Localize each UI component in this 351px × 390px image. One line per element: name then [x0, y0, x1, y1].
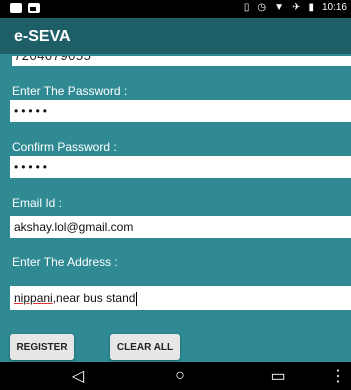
- email-field[interactable]: [10, 216, 351, 238]
- app-title: e-SEVA: [14, 28, 71, 45]
- image-icon: [28, 3, 40, 13]
- address-text-part1: nippani: [14, 291, 53, 305]
- app-bar: e-SEVA: [0, 18, 351, 54]
- password-input[interactable]: [10, 100, 351, 122]
- overflow-icon[interactable]: ⋮: [328, 366, 348, 386]
- navigation-bar: ◁ ○ ▭ ⋮: [0, 362, 351, 390]
- phone-field-partial-value: 7204079055: [14, 56, 91, 63]
- wifi-icon: ▼: [274, 2, 285, 13]
- notification-icon: [10, 3, 22, 13]
- status-left: [10, 3, 40, 13]
- recents-icon[interactable]: ▭: [268, 366, 288, 386]
- status-right: ▯ ◷ ▼ ✈ ▮ 10:16: [244, 2, 347, 13]
- battery-icon: ▮: [308, 2, 314, 13]
- confirm-password-input[interactable]: [10, 156, 351, 178]
- app-frame: ▯ ◷ ▼ ✈ ▮ 10:16 e-SEVA 7204079055 Enter …: [0, 0, 351, 390]
- email-input[interactable]: [10, 216, 351, 238]
- address-text-part2: ,near bus stand: [52, 291, 136, 305]
- text-cursor: [136, 291, 138, 306]
- alarm-icon: ◷: [257, 2, 267, 13]
- confirm-password-field[interactable]: [10, 156, 351, 178]
- airplane-icon: ✈: [292, 2, 301, 13]
- address-field[interactable]: nippani,near bus stand: [10, 286, 351, 310]
- button-row: REGISTER CLEAR ALL: [0, 334, 351, 362]
- form-area: 7204079055 Enter The Password : Confirm …: [0, 54, 351, 362]
- address-label: Enter The Address :: [12, 255, 118, 269]
- password-field[interactable]: [10, 100, 351, 122]
- password-label: Enter The Password :: [12, 84, 128, 98]
- clear-all-button[interactable]: CLEAR ALL: [110, 334, 180, 360]
- phone-field-partial[interactable]: 7204079055: [12, 56, 351, 66]
- confirm-password-label: Confirm Password :: [12, 140, 117, 154]
- time: 10:16: [321, 2, 347, 13]
- address-text[interactable]: nippani,near bus stand: [14, 291, 138, 306]
- register-button[interactable]: REGISTER: [10, 334, 74, 360]
- back-icon[interactable]: ◁: [68, 366, 88, 386]
- email-label: Email Id :: [12, 196, 63, 210]
- vibrate-icon: ▯: [243, 2, 250, 13]
- home-icon[interactable]: ○: [170, 366, 190, 386]
- status-bar: ▯ ◷ ▼ ✈ ▮ 10:16: [0, 0, 351, 18]
